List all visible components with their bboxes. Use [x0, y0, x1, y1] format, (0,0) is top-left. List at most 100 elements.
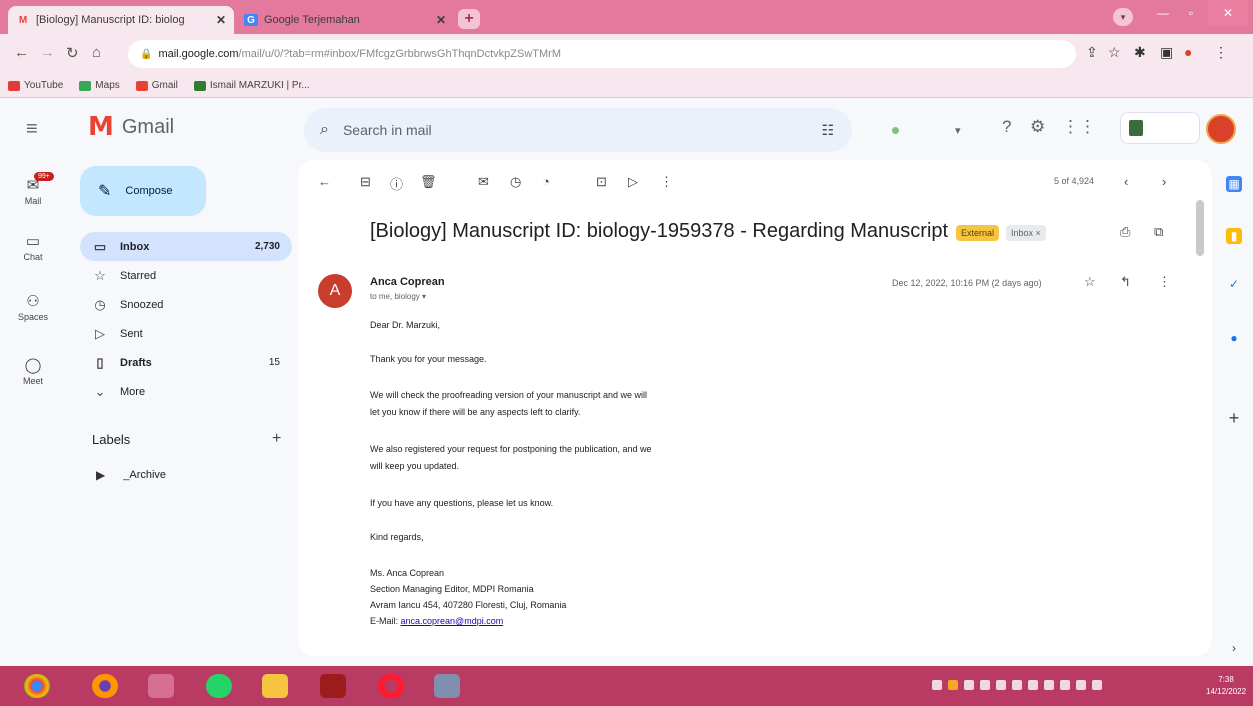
new-tab-button[interactable]: +	[458, 9, 480, 29]
tray-icon[interactable]	[1060, 680, 1070, 690]
tab-google-translate[interactable]: G Google Terjemahan ✕	[236, 6, 454, 34]
close-tab-icon[interactable]: ✕	[436, 13, 446, 27]
google-chrome-active-taskbar-icon[interactable]	[434, 674, 460, 698]
forward-arrow-icon[interactable]: →	[40, 44, 55, 61]
move-to-icon[interactable]: ⊡	[596, 174, 607, 190]
firefox-taskbar-icon[interactable]	[92, 674, 118, 698]
status-selector[interactable]: ▾	[870, 116, 978, 144]
bookmark-maps[interactable]: Maps	[79, 80, 120, 91]
tray-icon[interactable]	[1012, 680, 1022, 690]
tray-icon[interactable]	[1092, 680, 1102, 690]
tray-icon[interactable]	[932, 680, 942, 690]
tab-gmail-manuscript[interactable]: M [Biology] Manuscript ID: biolog ✕	[8, 6, 234, 34]
tray-icon[interactable]	[964, 680, 974, 690]
contacts-icon[interactable]: ●	[1226, 330, 1242, 346]
side-panel-icon[interactable]: ▣	[1160, 44, 1173, 61]
recipients-line[interactable]: to me, biology ▾	[370, 292, 426, 301]
rail-meet[interactable]: ◯ Meet	[0, 356, 66, 386]
extensions-icon[interactable]: ✱	[1134, 44, 1146, 61]
tray-icon[interactable]	[980, 680, 990, 690]
tray-icon[interactable]	[1044, 680, 1054, 690]
apps-grid-icon[interactable]: ⋮⋮	[1062, 117, 1096, 137]
browser-menu-icon[interactable]: ⋮	[1214, 44, 1228, 61]
reload-icon[interactable]: ↻	[66, 44, 79, 62]
add-label-button[interactable]: +	[272, 430, 281, 448]
help-icon[interactable]: ?	[1002, 117, 1011, 137]
more-options-icon[interactable]: ⋮	[660, 174, 673, 190]
university-crest-icon	[1129, 120, 1143, 136]
inbox-label-chip[interactable]: Inbox ×	[1006, 225, 1046, 241]
share-icon[interactable]: ⇪	[1086, 44, 1098, 61]
tray-icon[interactable]	[1028, 680, 1038, 690]
keep-icon[interactable]: ▮	[1226, 228, 1242, 244]
tray-icon[interactable]	[1076, 680, 1086, 690]
delete-icon[interactable]: 🗑	[420, 174, 437, 190]
taskbar-clock[interactable]: 7:38 14/12/2022	[1206, 674, 1246, 698]
lock-icon[interactable]: 🔒	[140, 49, 152, 60]
compose-button[interactable]: ✎ Compose	[80, 166, 206, 216]
close-tab-icon[interactable]: ✕	[216, 13, 226, 27]
chrome-taskbar-icon[interactable]	[24, 674, 50, 698]
address-bar[interactable]: 🔒 mail.google.com /mail/u/0/?tab=rm#inbo…	[128, 40, 1076, 68]
minimize-icon[interactable]: —	[1150, 0, 1176, 26]
organization-logo[interactable]	[1120, 112, 1200, 144]
mendeley-taskbar-icon[interactable]	[320, 674, 346, 698]
maximize-icon[interactable]: ▫	[1178, 0, 1204, 26]
folder-snoozed[interactable]: ◷ Snoozed	[80, 290, 292, 319]
folder-inbox[interactable]: ▭ Inbox 2,730	[80, 232, 292, 261]
folder-more[interactable]: ⌄ More	[80, 377, 292, 406]
tray-icon[interactable]	[996, 680, 1006, 690]
folder-sent[interactable]: ▷ Sent	[80, 319, 292, 348]
scrollbar-thumb[interactable]	[1196, 200, 1204, 256]
file-explorer-taskbar-icon[interactable]	[262, 674, 288, 698]
archive-icon[interactable]: ⊟	[360, 174, 371, 190]
snooze-icon[interactable]: ◷	[510, 174, 521, 190]
print-icon[interactable]: ⎙	[1120, 224, 1130, 240]
add-task-icon[interactable]: ◔	[542, 174, 550, 189]
bookmark-star-icon[interactable]: ☆	[1108, 44, 1121, 61]
star-icon[interactable]: ☆	[1084, 274, 1096, 290]
label-icon[interactable]: ▷	[628, 174, 638, 190]
home-icon[interactable]: ⌂	[92, 44, 101, 61]
folder-starred[interactable]: ☆ Starred	[80, 261, 292, 290]
tab-search-icon[interactable]: ▾	[1113, 8, 1133, 26]
back-to-inbox-icon[interactable]: ←	[318, 174, 331, 189]
system-tray[interactable]	[932, 680, 1108, 690]
rail-chat[interactable]: ▭ Chat	[0, 232, 66, 262]
folder-drafts[interactable]: ▯ Drafts 15	[80, 348, 292, 377]
newer-chevron-left-icon[interactable]: ‹	[1124, 174, 1128, 189]
whatsapp-taskbar-icon[interactable]	[206, 674, 232, 698]
email-link[interactable]: anca.coprean@mdpi.com	[401, 616, 504, 626]
bookmark-profile[interactable]: Ismail MARZUKI | Pr...	[193, 80, 310, 91]
rail-spaces[interactable]: ⚇ Spaces	[0, 292, 66, 322]
mark-unread-icon[interactable]: ✉	[478, 174, 489, 190]
back-arrow-icon[interactable]: ←	[14, 44, 29, 61]
close-window-icon[interactable]: ✕	[1208, 0, 1248, 26]
search-icon[interactable]: ⌕	[320, 121, 329, 139]
search-options-icon[interactable]: ☷	[821, 122, 834, 139]
reply-icon[interactable]: ↰	[1120, 274, 1131, 290]
rail-mail[interactable]: ✉ 99+ Mail	[0, 172, 66, 206]
sender-avatar[interactable]: A	[318, 274, 352, 308]
older-chevron-right-icon[interactable]: ›	[1162, 174, 1166, 189]
open-new-window-icon[interactable]: ⧉	[1154, 224, 1163, 240]
show-side-panel-chevron-icon[interactable]: ›	[1226, 640, 1242, 656]
account-avatar[interactable]	[1206, 114, 1236, 144]
add-addon-icon[interactable]: +	[1226, 408, 1242, 428]
bookmark-gmail[interactable]: Gmail	[135, 80, 178, 91]
gmail-logo[interactable]: M Gmail	[88, 112, 174, 142]
main-menu-icon[interactable]: ≡	[26, 118, 38, 141]
bookmark-youtube[interactable]: YouTube	[8, 80, 63, 91]
search-taskbar-icon[interactable]	[148, 674, 174, 698]
calendar-icon[interactable]: ▦	[1226, 176, 1242, 192]
sender-name[interactable]: Anca Coprean	[370, 276, 445, 288]
search-input[interactable]: ⌕ Search in mail ☷	[304, 108, 852, 152]
label-archive[interactable]: ▶ _Archive	[96, 468, 166, 482]
report-spam-icon[interactable]: ⓘ	[390, 174, 403, 193]
tasks-icon[interactable]: ✓	[1226, 276, 1242, 292]
tray-icon[interactable]	[948, 680, 958, 690]
opera-taskbar-icon[interactable]	[378, 674, 404, 698]
profile-icon[interactable]: ●	[1184, 44, 1192, 60]
message-more-icon[interactable]: ⋮	[1158, 274, 1171, 290]
settings-gear-icon[interactable]: ⚙	[1030, 117, 1045, 137]
